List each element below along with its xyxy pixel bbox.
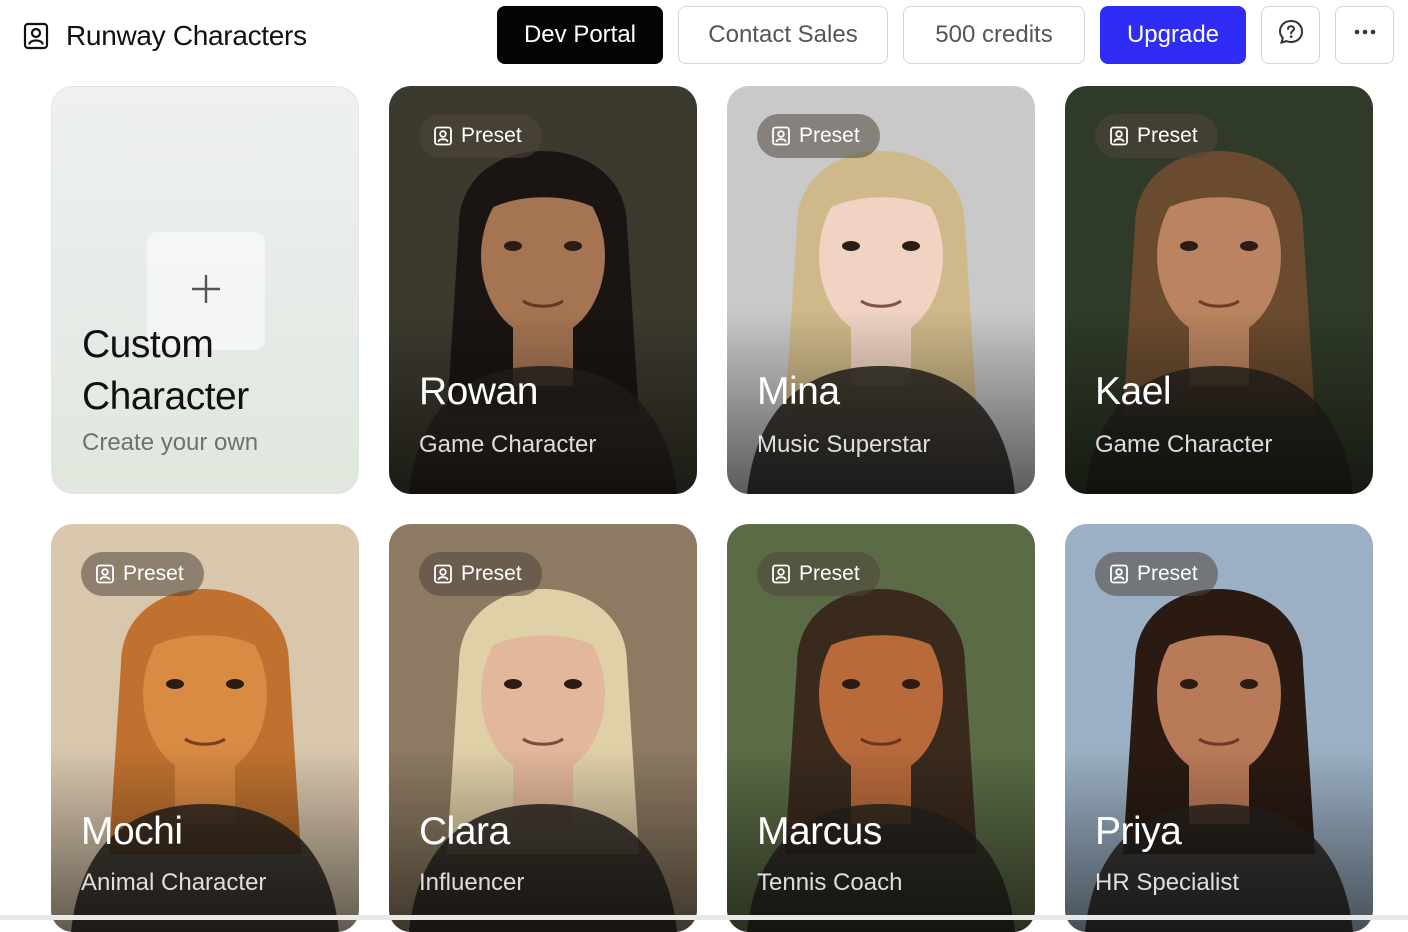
help-chat-button[interactable]	[1261, 6, 1320, 64]
preset-badge: Preset	[757, 552, 880, 596]
more-dots-icon	[1351, 18, 1379, 53]
character-card-marcus[interactable]: Preset Marcus Tennis Coach	[727, 524, 1035, 932]
custom-title-line-1: Custom	[82, 323, 214, 366]
character-name: Rowan	[419, 370, 538, 413]
character-portrait-icon	[771, 564, 791, 584]
character-role: Influencer	[419, 869, 525, 896]
dev-portal-button[interactable]: Dev Portal	[497, 6, 663, 64]
character-role: Music Superstar	[757, 431, 931, 458]
plus-icon	[189, 272, 223, 311]
character-role: Tennis Coach	[757, 869, 903, 896]
character-card-clara[interactable]: Preset Clara Influencer	[389, 524, 697, 932]
character-portrait-icon	[22, 22, 50, 50]
character-role: Animal Character	[81, 869, 267, 896]
character-card-mina[interactable]: Preset Mina Music Superstar	[727, 86, 1035, 494]
preset-badge: Preset	[419, 552, 542, 596]
preset-badge: Preset	[757, 114, 880, 158]
top-bar: Runway Characters Dev Portal Contact Sal…	[0, 0, 1408, 72]
character-portrait-icon	[95, 564, 115, 584]
character-portrait-icon	[771, 126, 791, 146]
character-role: Game Character	[419, 431, 597, 458]
character-portrait-icon	[1109, 564, 1129, 584]
character-card-rowan[interactable]: Preset Rowan Game Character	[389, 86, 697, 494]
brand: Runway Characters	[22, 20, 307, 52]
character-name: Priya	[1095, 810, 1182, 853]
preset-badge-label: Preset	[1137, 124, 1198, 147]
custom-card-title: Custom Character	[82, 319, 249, 423]
app-title: Runway Characters	[66, 20, 307, 51]
character-card-priya[interactable]: Preset Priya HR Specialist	[1065, 524, 1373, 932]
upgrade-button[interactable]: Upgrade	[1100, 6, 1246, 64]
preset-badge-label: Preset	[461, 562, 522, 585]
preset-badge: Preset	[1095, 114, 1218, 158]
preset-badge: Preset	[1095, 552, 1218, 596]
character-card-mochi[interactable]: Preset Mochi Animal Character	[51, 524, 359, 932]
character-card-kael[interactable]: Preset Kael Game Character	[1065, 86, 1373, 494]
character-name: Kael	[1095, 370, 1172, 413]
header-actions: Dev Portal Contact Sales 500 credits Upg…	[497, 6, 1394, 64]
preset-badge-label: Preset	[123, 562, 184, 585]
character-name: Mochi	[81, 810, 183, 853]
custom-card-subtitle: Create your own	[82, 429, 259, 456]
custom-title-line-2: Character	[82, 375, 249, 418]
custom-character-card[interactable]: Custom Character Create your own	[51, 86, 359, 494]
character-grid: Custom Character Create your own Preset R…	[51, 86, 1373, 932]
preset-badge: Preset	[419, 114, 542, 158]
character-role: Game Character	[1095, 431, 1273, 458]
character-portrait-icon	[433, 126, 453, 146]
character-portrait-icon	[1109, 126, 1129, 146]
preset-badge-label: Preset	[1137, 562, 1198, 585]
character-name: Clara	[419, 810, 510, 853]
preset-badge: Preset	[81, 552, 204, 596]
contact-sales-button[interactable]: Contact Sales	[678, 6, 888, 64]
character-portrait-icon	[433, 564, 453, 584]
character-name: Mina	[757, 370, 840, 413]
character-role: HR Specialist	[1095, 869, 1240, 896]
character-name: Marcus	[757, 810, 882, 853]
preset-badge-label: Preset	[799, 562, 860, 585]
bottom-divider	[0, 915, 1408, 920]
more-options-button[interactable]	[1335, 6, 1394, 64]
preset-badge-label: Preset	[461, 124, 522, 147]
credits-button[interactable]: 500 credits	[903, 6, 1085, 64]
chat-question-icon	[1277, 18, 1305, 53]
preset-badge-label: Preset	[799, 124, 860, 147]
